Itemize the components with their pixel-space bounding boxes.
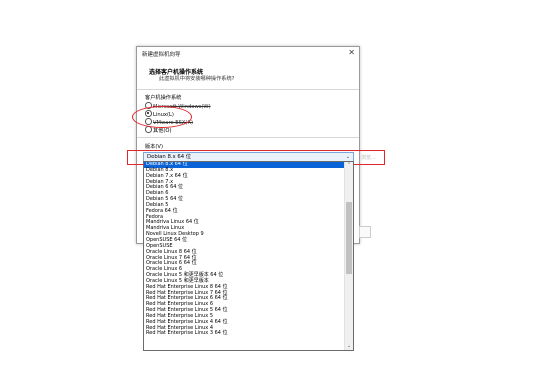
- group-divider: [137, 137, 359, 138]
- wizard-header: 选择客户机操作系统 此虚拟机中将安装哪种操作系统?: [137, 61, 359, 91]
- scroll-up-icon[interactable]: ⌃: [345, 162, 353, 169]
- header-divider: [137, 89, 359, 90]
- annotation-ellipse: [132, 106, 192, 128]
- browse-label: 浏览...: [361, 155, 376, 161]
- os-group-label: 客户机操作系统: [145, 95, 182, 101]
- version-option[interactable]: Red Hat Enterprise Linux 3 64 位: [144, 331, 344, 337]
- background-button: [359, 226, 371, 238]
- close-icon[interactable]: ✕: [348, 48, 355, 58]
- radio-other-label: 其他(O): [153, 127, 172, 134]
- window-title: 新建虚拟机向导: [142, 52, 181, 58]
- scroll-down-icon[interactable]: ⌄: [345, 343, 353, 350]
- version-label: 版本(V): [145, 144, 163, 150]
- scrollbar-thumb[interactable]: [346, 202, 352, 274]
- version-dropdown-list[interactable]: Debian 8.x 64 位 Debian 8.x Debian 7.x 64 位…: [143, 161, 354, 351]
- page-subtitle: 此虚拟机中将安装哪种操作系统?: [159, 76, 235, 82]
- title-bar: 新建虚拟机向导 ✕: [137, 47, 359, 61]
- dropdown-scrollbar[interactable]: ⌃ ⌄: [344, 162, 353, 350]
- version-options: Debian 8.x 64 位 Debian 8.x Debian 7.x 64 位…: [144, 162, 344, 337]
